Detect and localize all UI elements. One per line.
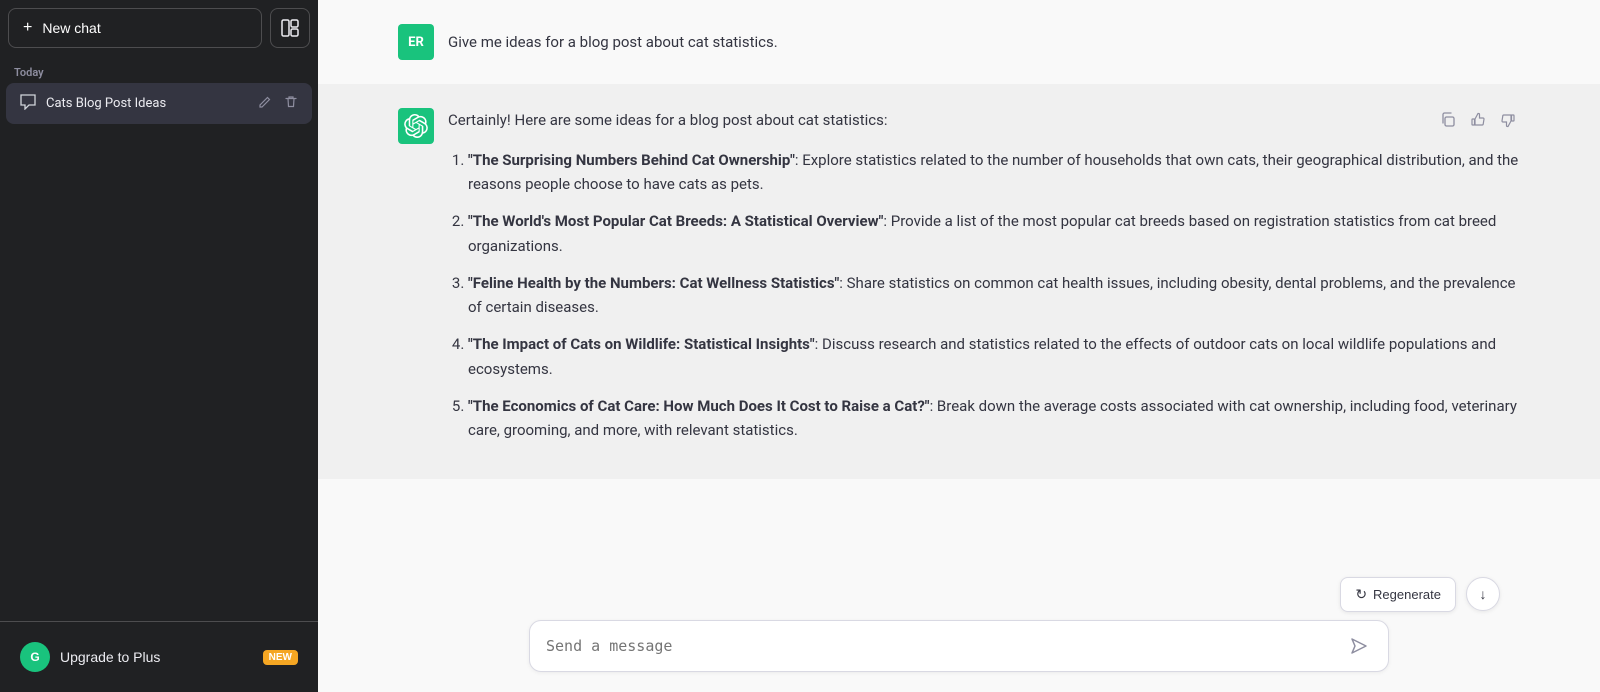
sidebar-layout-button[interactable] bbox=[270, 8, 310, 48]
upgrade-label: Upgrade to Plus bbox=[60, 649, 160, 665]
delete-chat-button[interactable] bbox=[280, 93, 302, 114]
sidebar-bottom: G Upgrade to Plus NEW bbox=[0, 621, 318, 692]
ai-message-list: "The Surprising Numbers Behind Cat Owner… bbox=[448, 148, 1520, 444]
chat-item-label: Cats Blog Post Ideas bbox=[46, 96, 244, 111]
edit-icon bbox=[258, 95, 272, 109]
thumbs-up-icon bbox=[1470, 112, 1486, 128]
user-avatar: G bbox=[20, 642, 50, 672]
user-message-text: Give me ideas for a blog post about cat … bbox=[448, 24, 778, 54]
chatgpt-logo-icon bbox=[404, 114, 428, 138]
sidebar: + New chat Today Cats Blog Post Ideas bbox=[0, 0, 318, 692]
message-input-wrapper bbox=[529, 620, 1389, 672]
ai-list-item: "The Impact of Cats on Wildlife: Statist… bbox=[468, 332, 1520, 382]
ai-message-actions bbox=[1436, 108, 1520, 137]
edit-chat-button[interactable] bbox=[254, 93, 276, 114]
regenerate-icon: ↻ bbox=[1355, 586, 1367, 603]
ai-list-item: "The Surprising Numbers Behind Cat Owner… bbox=[468, 148, 1520, 198]
today-label: Today bbox=[0, 56, 318, 83]
sidebar-top: + New chat bbox=[0, 0, 318, 56]
regenerate-button[interactable]: ↻ Regenerate bbox=[1340, 577, 1456, 612]
ai-list-item: "The Economics of Cat Care: How Much Doe… bbox=[468, 394, 1520, 444]
message-icon bbox=[20, 94, 36, 110]
regenerate-label: Regenerate bbox=[1373, 587, 1441, 602]
today-section: Today Cats Blog Post Ideas bbox=[0, 56, 318, 124]
chat-icon bbox=[20, 94, 36, 114]
user-message: ER Give me ideas for a blog post about c… bbox=[318, 0, 1600, 84]
input-area bbox=[318, 608, 1600, 692]
ai-avatar bbox=[398, 108, 434, 144]
user-message-avatar: ER bbox=[398, 24, 434, 60]
ai-list-item: "The World's Most Popular Cat Breeds: A … bbox=[468, 209, 1520, 259]
layout-icon bbox=[281, 19, 299, 37]
upgrade-button[interactable]: G Upgrade to Plus NEW bbox=[10, 632, 308, 682]
regenerate-area: ↻ Regenerate ↓ bbox=[1340, 577, 1500, 612]
ai-message-content: Certainly! Here are some ideas for a blo… bbox=[448, 108, 1520, 455]
copy-button[interactable] bbox=[1436, 108, 1460, 137]
new-badge: NEW bbox=[263, 650, 298, 665]
chat-list-item[interactable]: Cats Blog Post Ideas bbox=[6, 83, 312, 124]
send-icon bbox=[1350, 637, 1368, 655]
chat-item-actions bbox=[254, 93, 302, 114]
thumbs-down-button[interactable] bbox=[1496, 108, 1520, 137]
ai-list-item: "Feline Health by the Numbers: Cat Welln… bbox=[468, 271, 1520, 321]
scroll-down-button[interactable]: ↓ bbox=[1466, 577, 1500, 611]
thumbs-up-button[interactable] bbox=[1466, 108, 1490, 137]
ai-message-intro: Certainly! Here are some ideas for a blo… bbox=[448, 108, 1520, 134]
message-input[interactable] bbox=[546, 637, 1346, 655]
new-chat-label: New chat bbox=[42, 20, 100, 36]
chat-area: ER Give me ideas for a blog post about c… bbox=[318, 0, 1600, 608]
thumbs-down-icon bbox=[1500, 112, 1516, 128]
scroll-down-icon: ↓ bbox=[1480, 586, 1487, 602]
send-button[interactable] bbox=[1346, 633, 1372, 659]
ai-message: Certainly! Here are some ideas for a blo… bbox=[318, 84, 1600, 479]
new-chat-button[interactable]: + New chat bbox=[8, 8, 262, 48]
plus-icon: + bbox=[23, 19, 32, 37]
main-content: ER Give me ideas for a blog post about c… bbox=[318, 0, 1600, 692]
trash-icon bbox=[284, 95, 298, 109]
copy-icon bbox=[1440, 112, 1456, 128]
